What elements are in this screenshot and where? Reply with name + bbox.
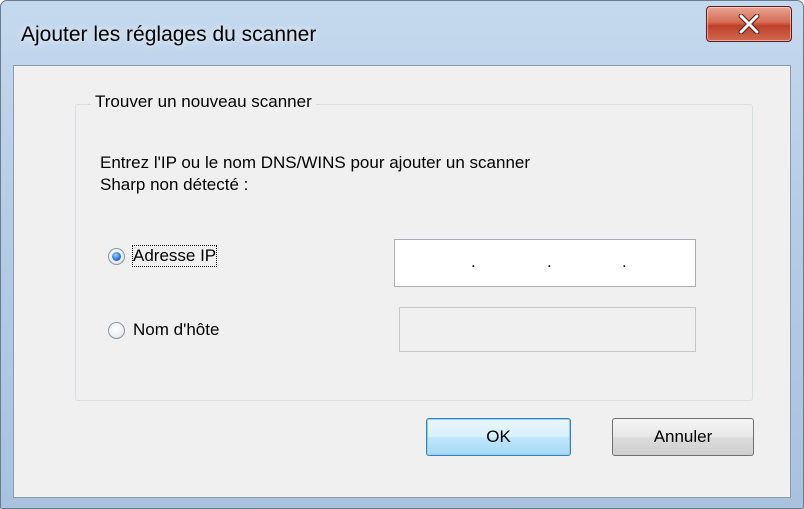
ip-address-radio-option[interactable]: Adresse IP [108,244,218,268]
ip-separator-1: . [471,252,476,271]
ip-separator-2: . [547,252,552,271]
cancel-button[interactable]: Annuler [612,418,754,456]
description-line-1: Entrez l'IP ou le nom DNS/WINS pour ajou… [100,153,531,172]
close-button[interactable] [706,6,792,42]
dialog-client-area: Trouver un nouveau scanner Entrez l'IP o… [13,65,791,498]
dialog-window: Ajouter les réglages du scanner Trouver … [0,0,804,509]
ip-separator-3: . [622,252,627,271]
groupbox-title: Trouver un nouveau scanner [91,92,316,112]
ip-address-radio[interactable] [108,247,125,265]
ok-button[interactable]: OK [426,418,571,456]
ip-address-input[interactable]: . . . [394,239,696,287]
hostname-radio[interactable] [108,321,125,339]
title-bar[interactable]: Ajouter les réglages du scanner [1,1,803,69]
description-text: Entrez l'IP ou le nom DNS/WINS pour ajou… [100,152,700,196]
description-line-2: Sharp non détecté : [100,175,249,194]
window-title: Ajouter les réglages du scanner [21,23,317,46]
ip-address-label[interactable]: Adresse IP [131,245,218,267]
hostname-radio-option[interactable]: Nom d'hôte [108,318,219,342]
close-icon [738,14,760,34]
hostname-label[interactable]: Nom d'hôte [133,320,219,340]
hostname-input[interactable] [399,307,696,352]
